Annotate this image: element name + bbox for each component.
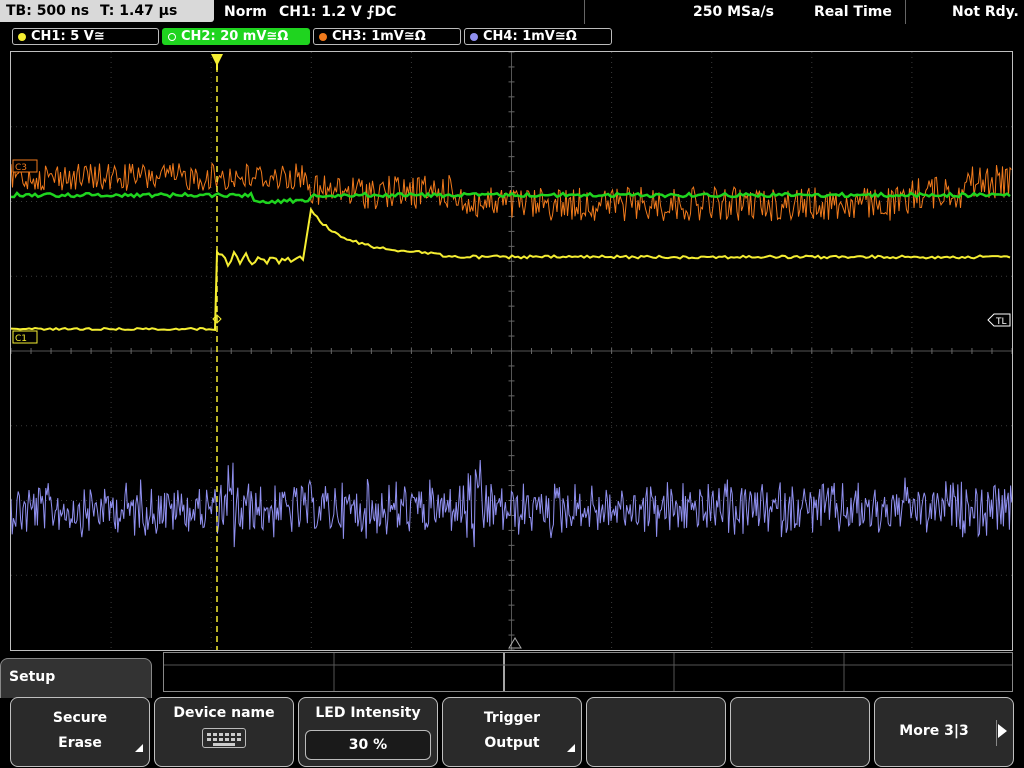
graticule <box>10 51 1013 651</box>
channel-label: CH3: 1mV≅Ω <box>332 29 426 44</box>
overview-strip <box>163 652 1013 692</box>
softkey-label: More 3|3 <box>899 723 969 739</box>
trigger-output-button[interactable]: Trigger Output <box>442 697 582 767</box>
ch2-dot-icon <box>168 33 176 41</box>
softkey-label: Erase <box>58 735 102 751</box>
overview-grid <box>164 653 1012 691</box>
more-button[interactable]: More 3|3 <box>874 697 1014 767</box>
c3-marker[interactable]: C3 <box>12 159 38 173</box>
trigger-level-marker[interactable]: TL <box>987 313 1011 327</box>
divider <box>905 0 906 24</box>
ch1-trace <box>10 206 1011 332</box>
status-bar: TB: 500 ns T: 1.47 µs Norm CH1: 1.2 V ⨍D… <box>0 0 1024 24</box>
ch1-dot-icon <box>18 33 26 41</box>
channel-label: CH2: 20 mV≅Ω <box>181 29 289 44</box>
menu-title-tab: Setup <box>0 658 152 698</box>
divider <box>996 720 997 746</box>
secure-erase-button[interactable]: Secure Erase <box>10 697 150 767</box>
empty-softkey-5[interactable] <box>586 697 726 767</box>
ch4-dot-icon <box>470 33 478 41</box>
status-text: Not Rdy. <box>952 4 1019 20</box>
softkey-label: Secure <box>52 710 108 726</box>
submenu-corner-icon <box>567 744 575 752</box>
menu-title: Setup <box>9 669 56 685</box>
softkey-label: LED Intensity <box>315 705 421 721</box>
ch3-dot-icon <box>319 33 327 41</box>
softkey-label: Output <box>484 735 540 751</box>
channel-tab-ch4[interactable]: CH4: 1mV≅Ω <box>464 28 612 45</box>
channel-tab-ch2[interactable]: CH2: 20 mV≅Ω <box>162 28 310 45</box>
divider <box>584 0 585 24</box>
timebase-box[interactable]: TB: 500 ns T: 1.47 µs <box>0 0 214 22</box>
c1-marker[interactable]: C1 <box>12 330 38 344</box>
keyboard-icon <box>202 728 246 748</box>
trigger-time-label: T: 1.47 µs <box>100 3 178 19</box>
sample-rate: 250 MSa/s <box>693 4 775 20</box>
center-marker-icon <box>508 637 522 649</box>
trigger-level-label: TL <box>995 317 1007 327</box>
waveform-canvas: C3 C1 TL <box>10 51 1013 651</box>
softkey-label: Trigger <box>483 710 541 726</box>
led-intensity-button[interactable]: LED Intensity 30 % <box>298 697 438 767</box>
device-name-button[interactable]: Device name <box>154 697 294 767</box>
next-page-arrow-icon <box>998 724 1007 738</box>
channel-label: CH1: 5 V≅ <box>31 29 105 44</box>
led-intensity-value[interactable]: 30 % <box>305 730 431 760</box>
submenu-corner-icon <box>135 744 143 752</box>
c3-marker-label: C3 <box>15 163 27 173</box>
trigger-info[interactable]: CH1: 1.2 V ⨍DC <box>279 0 396 24</box>
trigger-mode[interactable]: Norm <box>224 0 267 24</box>
channel-tab-ch1[interactable]: CH1: 5 V≅ <box>12 28 159 45</box>
channel-label: CH4: 1mV≅Ω <box>483 29 577 44</box>
c1-marker-label: C1 <box>15 334 27 344</box>
acquisition-mode: Real Time <box>814 4 892 20</box>
softkey-label: Device name <box>173 705 275 721</box>
empty-softkey-6[interactable] <box>730 697 870 767</box>
channel-tab-ch3[interactable]: CH3: 1mV≅Ω <box>313 28 461 45</box>
waveform-display[interactable]: C3 C1 TL <box>10 51 1013 651</box>
timebase-label: TB: 500 ns <box>6 3 90 19</box>
